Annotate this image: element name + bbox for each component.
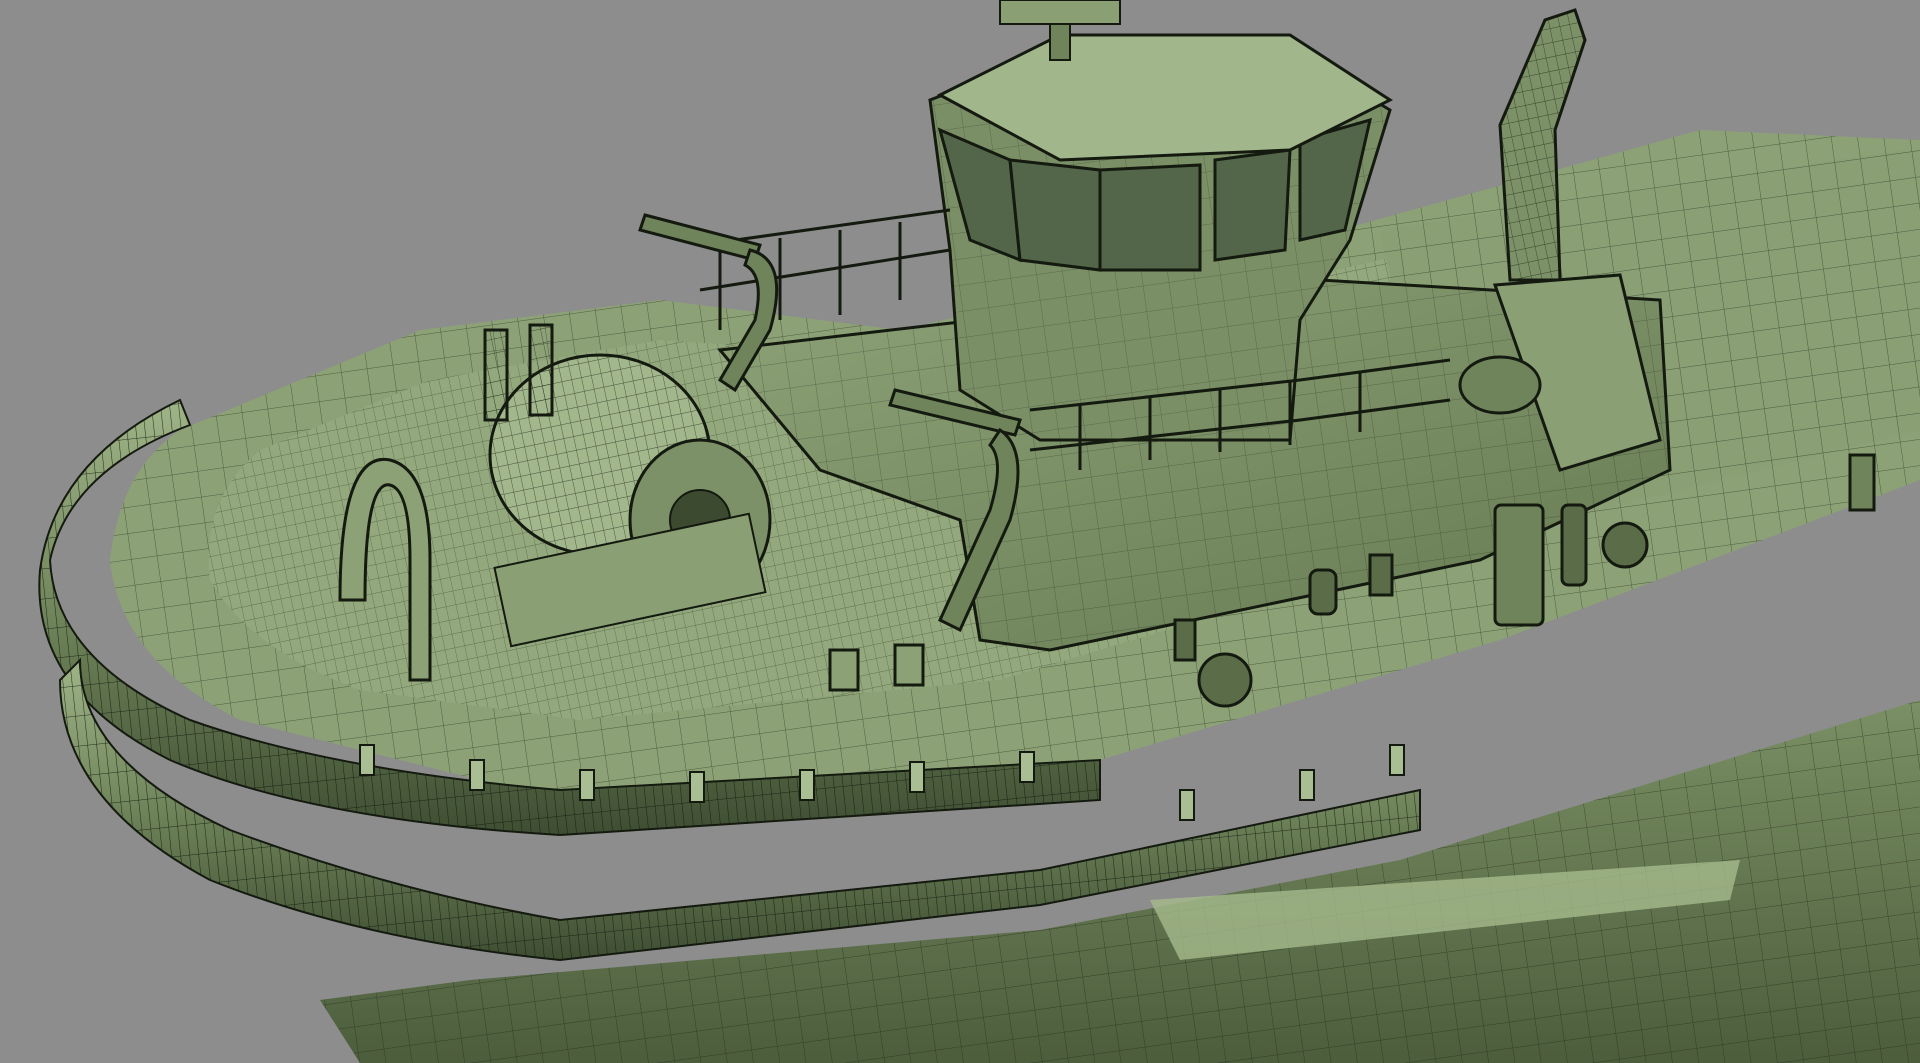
tugboat-wireframe-render (38, 0, 1920, 1063)
3d-viewport[interactable] (0, 0, 1920, 1063)
aft-post (1848, 453, 1876, 512)
